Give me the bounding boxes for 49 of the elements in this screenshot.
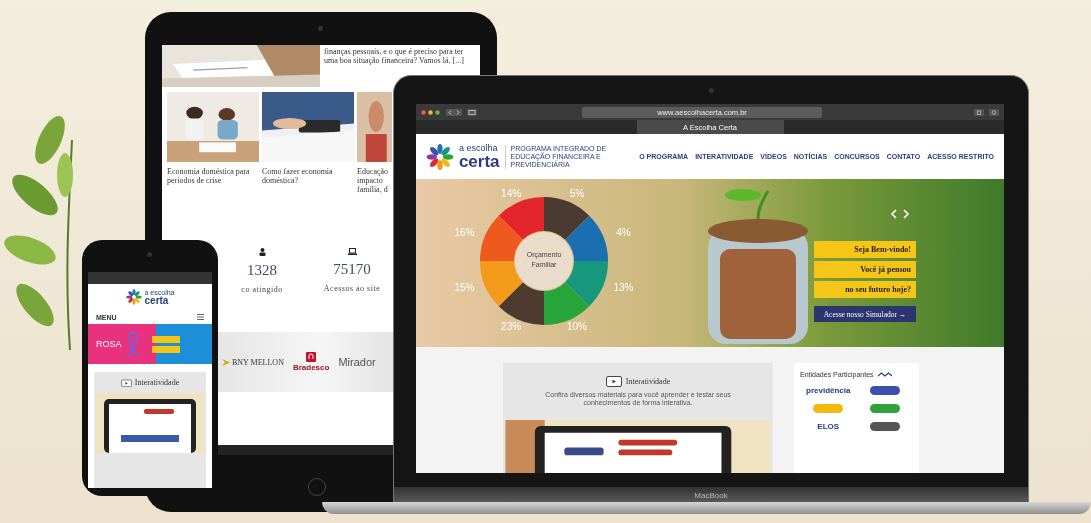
partner-logo: previdência xyxy=(806,386,851,395)
banner-tag[interactable] xyxy=(151,335,180,343)
sidebar-icon[interactable] xyxy=(467,108,477,116)
percent-label: 23% xyxy=(501,321,522,333)
article-excerpt: finanças pessoais, e o que é preciso para ter uma boa situação financeira? Vamos lá. [...] xyxy=(323,46,465,67)
video-icon xyxy=(605,375,622,388)
stat-label: Acessos ao site xyxy=(323,284,381,293)
callout-banner: no seu futuro hoje? xyxy=(814,281,916,298)
percent-label: 4% xyxy=(616,227,631,239)
carousel-arrows-icon[interactable] xyxy=(890,209,910,219)
section-title: Interatividade xyxy=(134,378,180,387)
wave-icon xyxy=(877,372,892,377)
flower-logo-icon xyxy=(125,289,142,305)
article-title[interactable]: Como fazer economia doméstica? xyxy=(262,167,354,185)
article-title[interactable]: Educação impacto família, d xyxy=(357,167,392,194)
article-title[interactable]: Economia doméstica para períodos de crise xyxy=(167,167,259,185)
percent-label: 14% xyxy=(501,188,522,200)
stat-value: 75170 xyxy=(333,261,371,278)
back-forward-icon[interactable] xyxy=(446,108,462,116)
partner-logo: Bradesco xyxy=(292,352,330,372)
ribbon-icon xyxy=(125,330,140,358)
section-title: Interatividade xyxy=(625,377,671,386)
donut-center xyxy=(515,232,573,290)
logo-text: certa xyxy=(458,152,500,170)
video-icon xyxy=(120,378,132,387)
stat-label: co atingido xyxy=(241,285,283,294)
laptop-brand: MacBook xyxy=(693,491,729,500)
percent-label: 16% xyxy=(454,227,475,239)
banner-title: ROSA xyxy=(96,339,122,349)
percent-label: 13% xyxy=(613,282,634,294)
callout-banner: Seja Bem-vindo! xyxy=(814,241,916,258)
person-icon xyxy=(258,248,266,256)
window-controls-icon[interactable] xyxy=(421,109,441,115)
flower-logo-icon xyxy=(426,142,454,171)
partner-logo: Mirador xyxy=(338,356,376,368)
promo-banner[interactable]: ROSA xyxy=(88,324,212,364)
stat-value: 1328 xyxy=(247,262,277,279)
laptop-icon xyxy=(347,248,357,255)
partner-logo: ELOS xyxy=(817,422,840,431)
percent-label: 15% xyxy=(454,282,475,294)
banner-tag[interactable] xyxy=(151,345,180,353)
percent-label: 5% xyxy=(569,188,585,200)
partner-logo: BNY MELLON xyxy=(222,357,284,367)
percent-label: 10% xyxy=(566,321,587,333)
logo-text: a escolha xyxy=(458,143,499,153)
logo-text: certa xyxy=(144,295,169,306)
share-icon[interactable] xyxy=(974,108,984,116)
menu-icon[interactable] xyxy=(197,314,204,320)
callout-banner: Você já pensou xyxy=(814,261,916,278)
